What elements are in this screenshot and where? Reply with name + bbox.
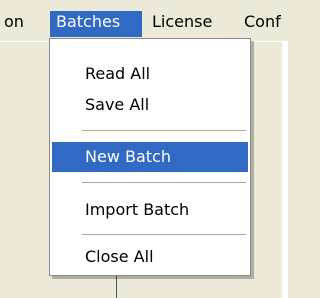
- menu-separator: [82, 130, 246, 132]
- menu-separator: [82, 182, 246, 184]
- right-edge: [282, 42, 288, 298]
- menu-item-import-batch[interactable]: Import Batch: [52, 195, 248, 225]
- menu-batches[interactable]: Batches: [50, 11, 142, 37]
- menu-bar: on Batches License Conf: [0, 0, 288, 40]
- menu-license[interactable]: License: [146, 11, 218, 37]
- menu-option-truncated[interactable]: on: [0, 11, 30, 37]
- batches-dropdown-menu: Read All Save All New Batch Import Batch…: [49, 38, 251, 276]
- menu-configuration-truncated[interactable]: Conf: [238, 11, 287, 37]
- menu-item-read-all[interactable]: Read All: [52, 59, 248, 89]
- menu-item-close-all[interactable]: Close All: [52, 242, 248, 272]
- menu-separator: [82, 234, 246, 236]
- menu-item-save-all[interactable]: Save All: [52, 90, 248, 120]
- menu-item-new-batch[interactable]: New Batch: [52, 142, 248, 172]
